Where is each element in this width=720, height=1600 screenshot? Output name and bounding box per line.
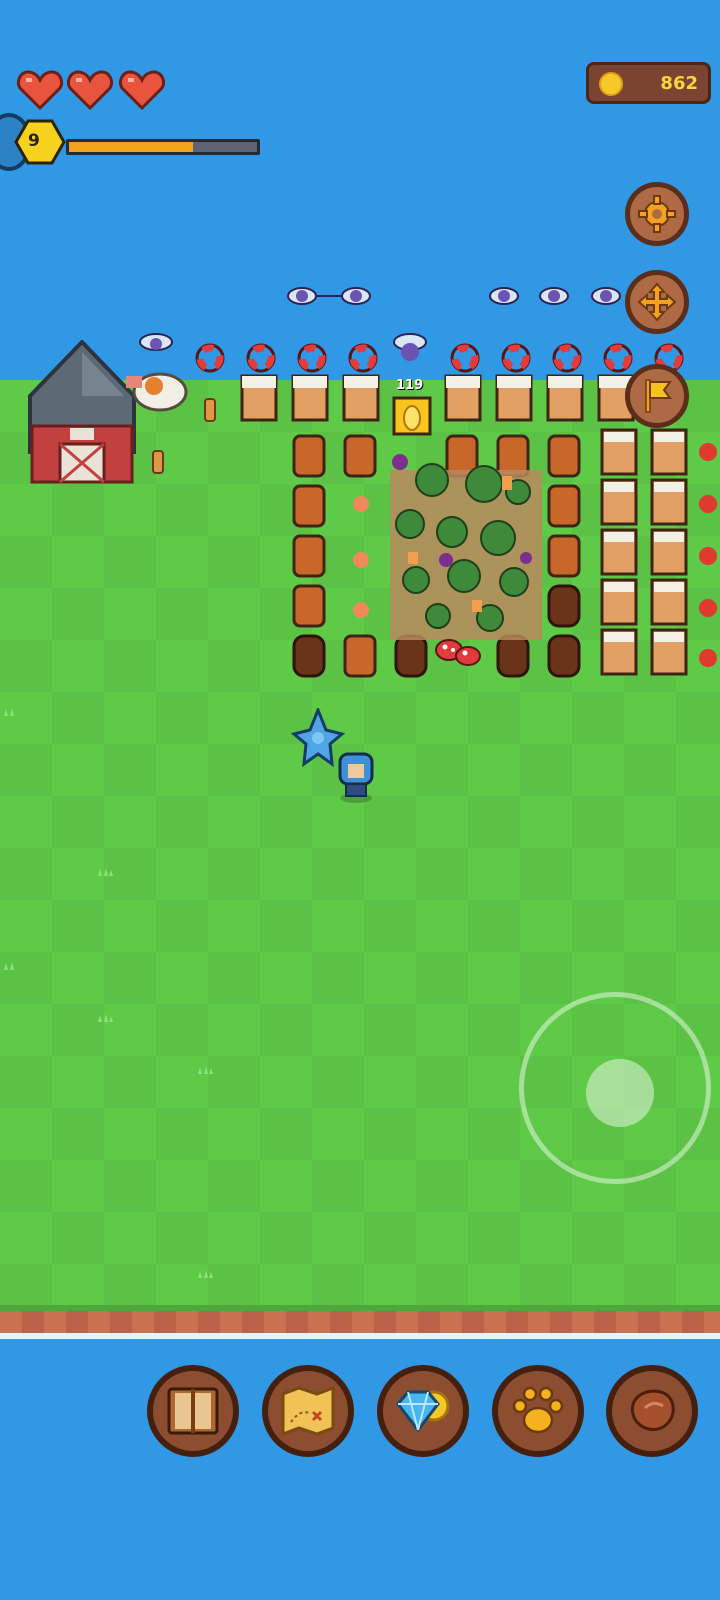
heart-icon [118,70,166,110]
grass-tuft [98,868,113,876]
bee-swarm [287,287,371,305]
diamond-coin-icon [396,1390,450,1433]
flag-icon [645,379,672,413]
goblin-crowd[interactable] [386,440,546,650]
joystick-knob[interactable] [586,1059,654,1127]
flower-column [353,496,369,618]
beehive-column[interactable] [600,428,690,678]
shop-button[interactable] [377,1365,469,1457]
book-button[interactable] [147,1365,239,1457]
heart-icon [66,70,114,110]
xp-bar [66,139,260,155]
mushroom-cluster[interactable] [434,636,484,674]
xp-bar-fill [69,142,194,152]
grass-tuft [198,1270,213,1278]
map-button[interactable] [262,1365,354,1457]
bee-swarm [489,287,621,305]
chicken-cart[interactable] [124,366,190,414]
level-number: 9 [28,131,40,151]
pets-button[interactable] [492,1365,584,1457]
book-icon [167,1387,219,1435]
life-ring-row [195,343,684,373]
fence-post [204,398,216,422]
virtual-joystick[interactable] [519,992,711,1184]
bee [139,333,173,351]
gear-icon [638,195,676,233]
treasure-map-icon [281,1386,335,1436]
grass-tuft [4,708,14,716]
heart-icon [16,70,64,110]
player-character[interactable] [334,746,378,806]
level-badge [14,119,66,165]
beehive-row[interactable] [240,374,640,424]
move-button[interactable] [625,270,689,334]
shore-foam [0,1333,720,1339]
crop-counter: 119 [396,378,424,393]
paw-icon [512,1386,564,1434]
fence-post [152,450,164,474]
barn[interactable] [24,340,140,488]
grass-tuft [98,1014,113,1022]
coin-icon [599,72,623,96]
corn-crate[interactable] [392,396,432,436]
flower-column [699,443,717,667]
meat-button[interactable] [606,1365,698,1457]
settings-button[interactable] [625,182,689,246]
meat-icon [630,1389,675,1431]
grass-tuft [198,1066,213,1074]
coin-panel: 862 [586,62,711,104]
grass-tuft [4,962,14,970]
coin-count: 862 [660,73,698,94]
move-arrows-icon [637,282,677,322]
flag-button[interactable] [625,364,689,428]
